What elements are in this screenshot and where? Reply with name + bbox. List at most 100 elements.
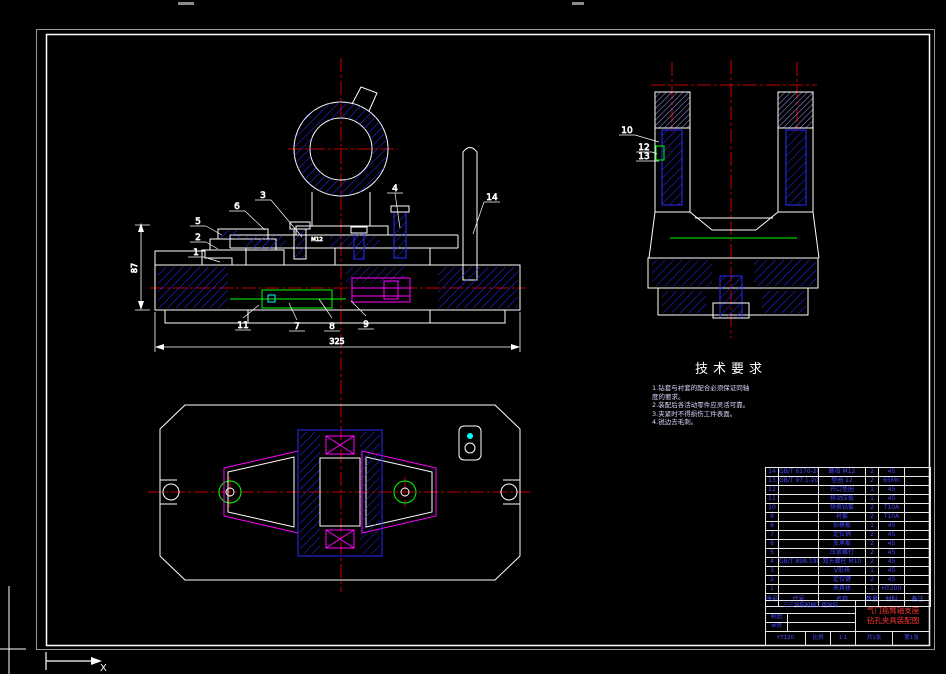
bom-row[interactable]: 6 支承板 2 45	[765, 539, 931, 549]
tech-requirement-line: 4.锐边去毛刺。	[652, 418, 698, 426]
bom-seq: 13	[765, 476, 779, 486]
drawing-title-line2: 钻孔夹具装配图	[866, 616, 920, 625]
bom-code	[778, 521, 819, 531]
bom-seq: 3	[765, 566, 779, 576]
balloon-label: 6	[234, 202, 240, 212]
bom-name: 压紧螺钉	[818, 548, 866, 558]
title-block-org: 三江学院机械工程学院	[766, 601, 856, 614]
bom-row[interactable]: 9 衬套 2 T10A	[765, 512, 931, 522]
bom-material: 45	[878, 575, 905, 585]
tech-requirements-lines: 1.钻套与衬套的配合必须保证同轴 度的要求。 2.装配后各活动零件应灵活可靠。 3.…	[652, 384, 810, 427]
bom-note	[904, 584, 931, 594]
bom-seq: 2	[765, 575, 779, 585]
bom-row[interactable]: 5 压紧螺钉 2 45	[765, 548, 931, 558]
bom-qty: 2	[865, 512, 879, 522]
bom-seq: 8	[765, 521, 779, 531]
plan-view[interactable]	[159, 404, 521, 581]
bom-row[interactable]: 3 V形块 1 45	[765, 566, 931, 576]
bom-code: GB/T 97.1-2002	[778, 476, 819, 486]
bom-row[interactable]: 10 快换钻套 2 T10A	[765, 503, 931, 513]
bom-code	[778, 575, 819, 585]
title-block-drawing-title: 气门摇臂轴支座 钻孔夹具装配图	[856, 601, 930, 632]
bom-name: 快换钻套	[818, 503, 866, 513]
bom-note	[904, 566, 931, 576]
bom-row[interactable]: 8 钻模板 1 45	[765, 521, 931, 531]
bom-qty: 2	[865, 557, 879, 567]
bom-qty: 2	[865, 467, 879, 477]
ucs-x-label: X	[100, 663, 107, 674]
bom-seq: 1	[765, 584, 779, 594]
bom-code	[778, 539, 819, 549]
bom-qty: 2	[865, 539, 879, 549]
bom-row[interactable]: 13 GB/T 97.1-2002 垫圈 12 2 65Mn	[765, 476, 931, 486]
bom-note	[904, 548, 931, 558]
title-block-draw-value	[788, 614, 856, 623]
bom-name: 螺母 M12	[818, 467, 866, 477]
balloon-label: 4	[392, 184, 398, 194]
balloon-label: 5	[195, 217, 201, 227]
balloon-label: 9	[363, 320, 369, 330]
balloon-label: 1	[193, 248, 199, 258]
bom-note	[904, 503, 931, 513]
tech-requirement-line: 3.夹紧时不得损伤工件表面。	[652, 409, 737, 418]
bom-code	[778, 566, 819, 576]
bom-code	[778, 485, 819, 495]
cad-canvas[interactable]: 325 87 M12 1 2 3 4 5 6 7 8 9 11 14 10 12…	[0, 0, 946, 674]
bom-name: 钻模板	[818, 521, 866, 531]
title-block-scale-value: 1:1	[831, 632, 856, 645]
bom-qty: 2	[865, 530, 879, 540]
side-view[interactable]	[647, 91, 820, 319]
bom-name: 夹具体	[818, 584, 866, 594]
bom-seq: 9	[765, 512, 779, 522]
title-block-code: YT120	[766, 632, 806, 645]
bom-material: 45	[878, 566, 905, 576]
bom-material: HT200	[878, 584, 905, 594]
title-block-check-label: 审核	[766, 623, 788, 632]
bom-note	[904, 467, 931, 477]
bom-qty: 1	[865, 494, 879, 504]
bom-name: 衬套	[818, 512, 866, 522]
bom-seq: 14	[765, 467, 779, 477]
bom-row[interactable]: 1 夹具体 1 HT200	[765, 584, 931, 594]
drawing-title-line1: 气门摇臂轴支座	[866, 606, 920, 615]
bom-row[interactable]: 12 开口垫圈 1 45	[765, 485, 931, 495]
tech-requirements[interactable]: 技术要求 1.钻套与衬套的配合必须保证同轴 度的要求。 2.装配后各活动零件应灵活…	[652, 358, 810, 427]
bom-row[interactable]: 2 定位键 2 45	[765, 575, 931, 585]
dim-base-height: 87	[130, 263, 139, 273]
bom-note	[904, 494, 931, 504]
balloon-label: 7	[294, 322, 300, 332]
bom-note	[904, 476, 931, 486]
bom-note	[904, 521, 931, 531]
bom-material: 45	[878, 539, 905, 549]
bom-row[interactable]: 7 定位销 2 45	[765, 530, 931, 540]
bom-code	[778, 512, 819, 522]
title-block-draw-label: 制图	[766, 614, 788, 623]
dim-base-width: 325	[329, 337, 344, 346]
bom-name: 开口垫圈	[818, 485, 866, 495]
bom-qty: 2	[865, 548, 879, 558]
bom-name: 双头螺柱 M10	[818, 557, 866, 567]
tech-requirement-line: 1.钻套与衬套的配合必须保证同轴	[652, 384, 750, 392]
bom-row[interactable]: 11 移动压板 1 45	[765, 494, 931, 504]
bom-material: 45	[878, 530, 905, 540]
bom-seq: 4	[765, 557, 779, 567]
bom-note	[904, 575, 931, 585]
title-block-sheet2: 第1张	[904, 634, 919, 641]
bom-qty: 2	[865, 575, 879, 585]
bom-code	[778, 548, 819, 558]
bom-seq: 6	[765, 539, 779, 549]
bom-row[interactable]: 4 GB/T 898-1988 双头螺柱 M10 2 45	[765, 557, 931, 567]
bom-material: 45	[878, 494, 905, 504]
title-block[interactable]: 三江学院机械工程学院 气门摇臂轴支座 钻孔夹具装配图 制图 审核 YT120 比…	[765, 600, 930, 646]
bom-material: 45	[878, 521, 905, 531]
bom-row[interactable]: 14 GB/T 6170-2000 螺母 M12 2 45	[765, 467, 931, 477]
bom-code: GB/T 898-1988	[778, 557, 819, 567]
tech-requirements-title: 技术要求	[694, 362, 767, 377]
balloon-label: 2	[195, 233, 201, 243]
parts-list-table[interactable]: 14 GB/T 6170-2000 螺母 M12 2 45 13 GB/T 97…	[765, 467, 931, 607]
bom-qty: 2	[865, 476, 879, 486]
balloon-label: 13	[638, 152, 649, 162]
bom-note	[904, 485, 931, 495]
bom-code	[778, 503, 819, 513]
menu-remnants	[178, 2, 584, 5]
